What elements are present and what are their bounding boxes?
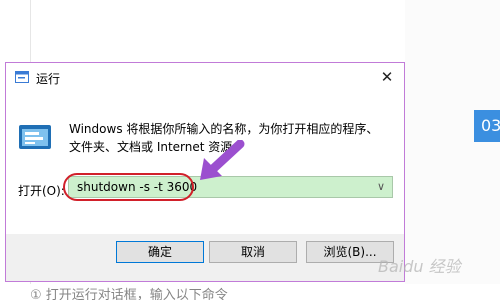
- dialog-description: Windows 将根据你所输入的名称，为你打开相应的程序、文件夹、文档或 Int…: [69, 122, 379, 154]
- bottom-strip: ① 打开运行对话框，输入以下命令: [0, 284, 500, 300]
- cancel-button[interactable]: 取消: [209, 241, 297, 263]
- open-field-label: 打开(O):: [18, 184, 65, 198]
- step-number-badge: 03: [474, 110, 500, 142]
- command-combobox[interactable]: ∨: [68, 176, 393, 198]
- dialog-content: Windows 将根据你所输入的名称，为你打开相应的程序、文件夹、文档或 Int…: [6, 92, 404, 234]
- close-icon: ✕: [380, 68, 394, 86]
- run-program-icon: [19, 125, 51, 149]
- ok-button[interactable]: 确定: [116, 241, 204, 263]
- dialog-title: 运行: [36, 72, 61, 86]
- watermark: Baidu 经验: [378, 257, 461, 276]
- command-input[interactable]: [69, 177, 369, 197]
- chevron-down-icon[interactable]: ∨: [374, 179, 388, 195]
- bottom-link-text[interactable]: ① 打开运行对话框，输入以下命令: [30, 284, 228, 300]
- close-button[interactable]: ✕: [374, 65, 400, 89]
- run-dialog: 运行 ✕ Windows 将根据你所输入的名称，为你打开相应的程序、文件夹、文档…: [5, 62, 405, 282]
- run-app-icon: [15, 71, 29, 83]
- dialog-titlebar[interactable]: 运行 ✕: [6, 63, 404, 92]
